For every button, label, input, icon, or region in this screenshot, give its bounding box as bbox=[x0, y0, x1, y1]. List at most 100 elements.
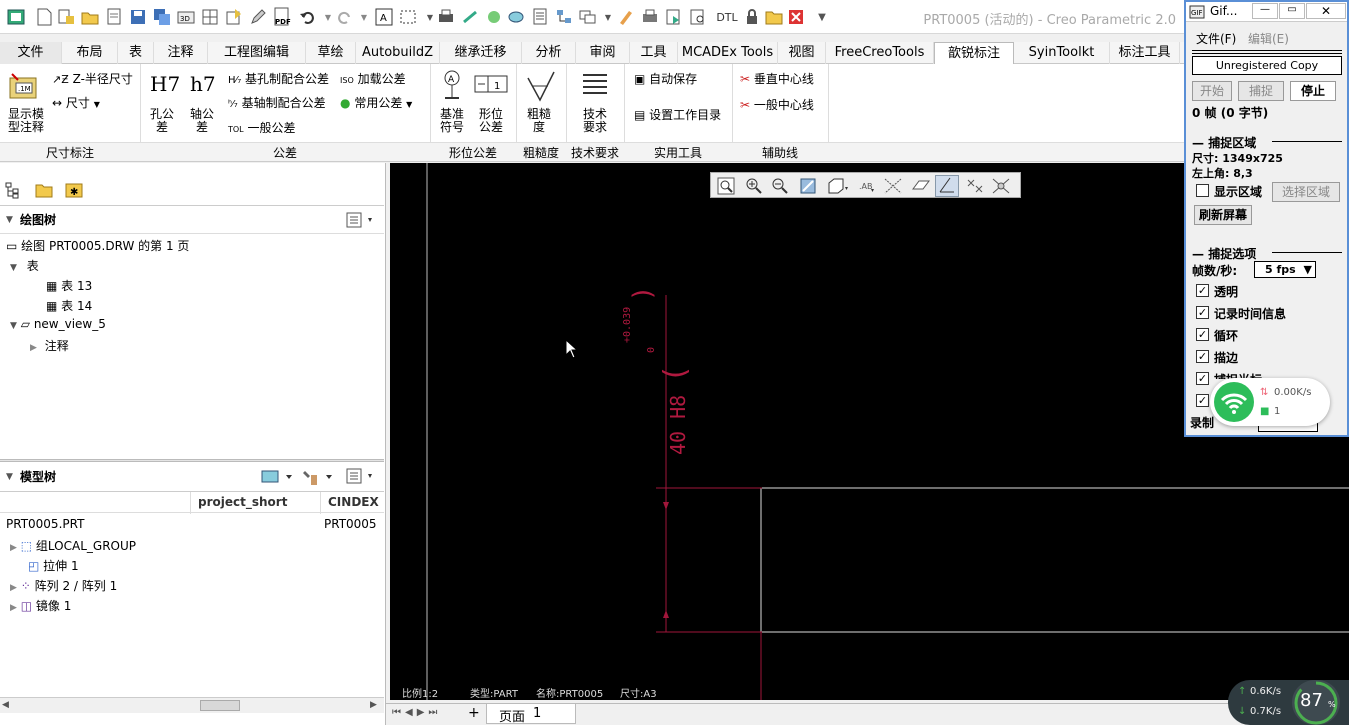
tab-8[interactable]: 分析 bbox=[522, 42, 576, 64]
tab-1[interactable]: 布局 bbox=[62, 42, 118, 64]
compare-icon[interactable] bbox=[688, 7, 708, 27]
common-tol-button[interactable]: ● 常用公差 ▼ bbox=[340, 94, 412, 111]
scroll-right-icon[interactable]: ▶ bbox=[370, 700, 377, 710]
tab-0[interactable]: 文件 bbox=[0, 42, 62, 64]
windows-icon[interactable] bbox=[578, 7, 598, 27]
refit-icon[interactable] bbox=[717, 177, 735, 198]
show-model-annotation-icon[interactable]: .1M bbox=[8, 70, 42, 105]
display-style-icon[interactable] bbox=[827, 177, 849, 198]
datum-plane-display-icon[interactable] bbox=[911, 177, 931, 198]
datum-symbol-icon[interactable]: A bbox=[442, 70, 462, 105]
tab-10[interactable]: 工具 bbox=[630, 42, 678, 64]
gifcam-border-label[interactable]: 描边 bbox=[1214, 349, 1238, 366]
tab-7[interactable]: 继承迁移 bbox=[440, 42, 522, 64]
scroll-left-icon[interactable]: ◀ bbox=[2, 700, 9, 710]
tree-item-table13[interactable]: ▦ 表 13 bbox=[46, 277, 92, 294]
undo-icon[interactable] bbox=[298, 7, 318, 27]
z-radius-dim-button[interactable]: ↗Ƶ Z-半径尺寸 bbox=[52, 70, 133, 87]
tab-12[interactable]: 视图 bbox=[778, 42, 826, 64]
column-cindex[interactable]: CINDEX bbox=[328, 495, 379, 509]
pencil-icon[interactable] bbox=[248, 7, 268, 27]
nav-tab-folder-icon[interactable] bbox=[34, 181, 54, 202]
point-display-icon[interactable] bbox=[965, 177, 985, 198]
tree-item-view[interactable]: ▼ ▱ new_view_5 bbox=[10, 317, 106, 331]
tree-icon[interactable] bbox=[554, 7, 574, 27]
collapse-icon[interactable]: ▼ bbox=[6, 215, 13, 225]
gifcam-show-area-label[interactable]: 显示区域 bbox=[1214, 183, 1262, 200]
tab-15[interactable]: SyinToolkt bbox=[1014, 42, 1110, 64]
merge-icon[interactable] bbox=[664, 7, 684, 27]
save-icon[interactable] bbox=[128, 7, 148, 27]
dimension-text[interactable]: 40 H8 ( bbox=[658, 365, 693, 455]
select-box-icon[interactable] bbox=[398, 7, 418, 27]
tree-item-table14[interactable]: ▦ 表 14 bbox=[46, 297, 92, 314]
sphere-icon[interactable] bbox=[484, 7, 504, 27]
csys-display-icon[interactable] bbox=[935, 175, 959, 197]
gifcam-start-button[interactable]: 开始 bbox=[1192, 81, 1232, 101]
view-icon[interactable] bbox=[506, 7, 526, 27]
pdf-icon[interactable]: PDF bbox=[272, 7, 292, 27]
tech-req-label[interactable]: 技术 要求 bbox=[578, 108, 612, 134]
column-project-short[interactable]: project_short bbox=[198, 495, 287, 509]
gifcam-fps-select[interactable]: 5 fps ▼ bbox=[1254, 261, 1316, 278]
roughness-icon[interactable] bbox=[526, 70, 556, 105]
tab-16[interactable]: 标注工具 bbox=[1110, 42, 1180, 64]
nav-tab-tree-icon[interactable] bbox=[4, 181, 22, 202]
open-icon[interactable] bbox=[80, 7, 100, 27]
datum-axis-display-icon[interactable] bbox=[883, 177, 903, 198]
plot-icon[interactable] bbox=[640, 7, 660, 27]
gifcam-transparent-checkbox[interactable]: ✓ bbox=[1196, 284, 1209, 297]
windows-dropdown-icon[interactable]: ▼ bbox=[598, 7, 618, 27]
panel-splitter[interactable] bbox=[0, 459, 384, 462]
dtl-label[interactable]: DTL bbox=[712, 7, 742, 27]
show-model-annotation-label[interactable]: 显示模 型注释 bbox=[4, 108, 48, 134]
redo-dropdown-icon[interactable]: ▼ bbox=[354, 7, 374, 27]
doc-list-icon[interactable] bbox=[530, 7, 550, 27]
gifcam-menu-edit[interactable]: 编辑(E) bbox=[1248, 30, 1289, 47]
page-tab[interactable]: 页面 1 bbox=[486, 704, 576, 725]
shaft-tol-label[interactable]: 轴公 差 bbox=[186, 108, 218, 134]
gifcam-cursor-checkbox[interactable]: ✓ bbox=[1196, 372, 1209, 385]
horizontal-scrollbar[interactable]: ◀ ▶ bbox=[0, 697, 384, 713]
page-nav-icons[interactable]: ⏮◀▶⏭ bbox=[392, 707, 441, 718]
gifcam-time-checkbox[interactable]: ✓ bbox=[1196, 306, 1209, 319]
grid-icon[interactable] bbox=[200, 7, 220, 27]
scroll-thumb[interactable] bbox=[200, 700, 240, 711]
tree-item-table-group[interactable]: ▼ 表 bbox=[10, 257, 39, 274]
hole-tol-symbol[interactable]: H7 bbox=[150, 72, 180, 96]
gifcam-transparent-label[interactable]: 透明 bbox=[1214, 283, 1238, 300]
tab-2[interactable]: 表 bbox=[118, 42, 154, 64]
customize-dropdown-icon[interactable]: ▼ bbox=[812, 7, 832, 27]
gifcam-loop-checkbox[interactable]: ✓ bbox=[1196, 328, 1209, 341]
redo-icon[interactable] bbox=[334, 7, 354, 27]
iso-tol-button[interactable]: ISO 加载公差 bbox=[340, 70, 406, 87]
collapse-icon[interactable]: ▼ bbox=[6, 472, 13, 482]
drawing-tree-settings-icon[interactable] bbox=[346, 212, 376, 231]
file-icon[interactable] bbox=[104, 7, 124, 27]
tree-item-drawing-root[interactable]: ▭ 绘图 PRT0005.DRW 的第 1 页 bbox=[6, 237, 189, 254]
tree-item-local-group[interactable]: ▶ ⬚ 组LOCAL_GROUP bbox=[10, 537, 136, 554]
tree-item-mirror[interactable]: ▶ ◫ 镜像 1 bbox=[10, 597, 71, 614]
tab-4[interactable]: 工程图编辑 bbox=[208, 42, 306, 64]
text-box-icon[interactable]: A bbox=[374, 7, 394, 27]
add-page-icon[interactable]: + bbox=[468, 705, 480, 721]
position-tol-icon[interactable]: 1 bbox=[474, 74, 508, 99]
gifcam-time-label[interactable]: 记录时间信息 bbox=[1214, 305, 1286, 322]
gifcam-border-checkbox[interactable]: ✓ bbox=[1196, 350, 1209, 363]
vertical-centerline-button[interactable]: ✂ 垂直中心线 bbox=[740, 70, 814, 87]
model-tree-show-icon[interactable] bbox=[260, 468, 296, 489]
gifcam-minimize-button[interactable]: — bbox=[1252, 3, 1278, 19]
hole-tol-label[interactable]: 孔公 差 bbox=[146, 108, 178, 134]
spin-center-icon[interactable] bbox=[991, 177, 1011, 198]
general-centerline-button[interactable]: ✂ 一般中心线 bbox=[740, 96, 814, 113]
tab-14[interactable]: 歆锐标注 bbox=[934, 42, 1014, 64]
set-workdir-button[interactable]: ▤ 设置工作目录 bbox=[634, 106, 721, 123]
gifcam-show-area-checkbox[interactable] bbox=[1196, 184, 1209, 197]
gifcam-select-area-button[interactable]: 选择区域 bbox=[1272, 182, 1340, 202]
folder-icon[interactable] bbox=[764, 7, 784, 27]
close-window-icon[interactable] bbox=[786, 7, 806, 27]
datum-symbol-label[interactable]: 基准 符号 bbox=[436, 108, 468, 134]
new-drawing-icon[interactable] bbox=[56, 7, 76, 27]
gifcam-close-button[interactable]: ✕ bbox=[1306, 3, 1346, 19]
nav-tab-favorites-icon[interactable]: ✱ bbox=[64, 181, 84, 202]
